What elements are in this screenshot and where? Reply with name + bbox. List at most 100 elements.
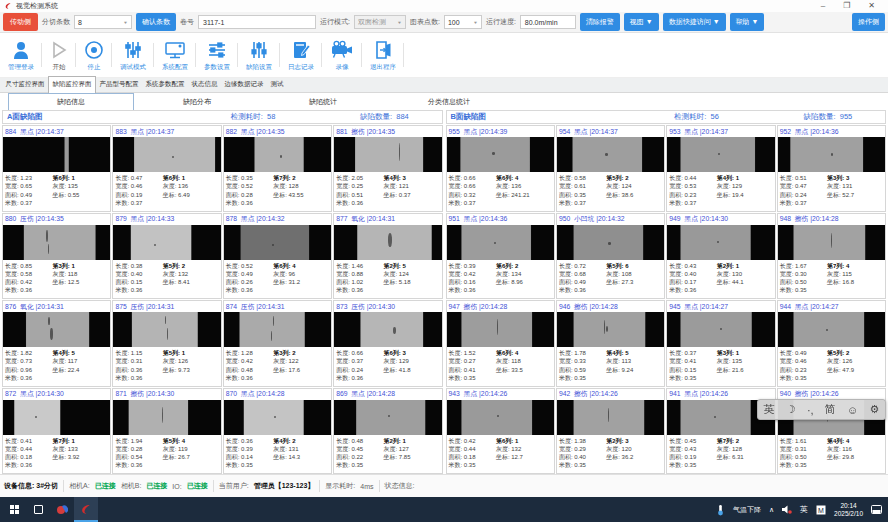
defect-cell-947[interactable]: 947 擦伤 |20:14:28长度: 1.52宽度: 0.27面积: 0.41… (446, 300, 555, 387)
defect-cell-944[interactable]: 944 黑点 |20:14:27长度: 0.49宽度: 0.46面积: 0.23… (777, 300, 886, 387)
tab-尺寸监控界面[interactable]: 尺寸监控界面 (2, 77, 48, 92)
defect-image (447, 225, 554, 260)
tab-状态信息[interactable]: 状态信息 (188, 77, 221, 92)
close-button[interactable]: ✕ (868, 2, 875, 10)
lang-indicator[interactable]: 英 (800, 504, 808, 515)
defect-cell-883[interactable]: 883 黑点 |20:14:37长度: 0.47宽度: 0.46面积: 0.19… (112, 125, 221, 212)
cell-info: 长度: 0.47宽度: 0.46面积: 0.19米数: 0.37第6列: 1灰度… (113, 172, 220, 211)
weather-text[interactable]: 气温下降 (733, 505, 761, 515)
defect-cell-949[interactable]: 949 黑点 |20:14:30长度: 0.43宽度: 0.40面积: 0.17… (666, 213, 775, 300)
defect-mark (280, 155, 282, 158)
view-button[interactable]: 视图 ▼ (624, 13, 659, 31)
ime-item[interactable]: ⚙ (869, 403, 879, 416)
clear-alarm-button[interactable]: 清除报警 (580, 13, 620, 31)
defect-cell-951[interactable]: 951 黑点 |20:14:36长度: 0.39宽度: 0.42面积: 0.16… (446, 213, 555, 300)
drive-side-button[interactable]: 传动侧 (3, 13, 38, 31)
roll-input[interactable]: 3117-1 (198, 15, 316, 29)
defect-cell-948[interactable]: 948 擦伤 |20:14:28长度: 1.67宽度: 0.30面积: 0.50… (777, 213, 886, 300)
operator-side-button[interactable]: 操作侧 (852, 13, 885, 31)
defect-cell-953[interactable]: 953 黑点 |20:14:37长度: 0.44宽度: 0.53面积: 0.23… (666, 125, 775, 212)
tab-产品型号配置[interactable]: 产品型号配置 (96, 77, 142, 92)
管理登录-button[interactable]: 管理登录 (0, 35, 42, 75)
defect-cell-952[interactable]: 952 黑点 |20:14:36长度: 0.51宽度: 0.47面积: 0.24… (777, 125, 886, 212)
maximize-button[interactable]: ❐ (843, 2, 850, 10)
defect-cell-954[interactable]: 954 黑点 |20:14:37长度: 0.58宽度: 0.61面积: 0.35… (556, 125, 665, 212)
defect-cell-879[interactable]: 879 黑点 |20:14:33长度: 0.38宽度: 0.40面积: 0.15… (112, 213, 221, 300)
调试模式-button[interactable]: 调试模式 (112, 35, 154, 75)
cell-header: 878 黑点 |20:14:32 (224, 214, 331, 225)
ime-toolbar[interactable]: 英 ☽ ·, 简 ☺ ⚙ (757, 399, 886, 420)
defect-cell-874[interactable]: 874 压伤 |20:14:31长度: 1.28宽度: 0.42面积: 0.48… (223, 300, 332, 387)
defect-cell-943[interactable]: 943 黑点 |20:14:26长度: 0.42宽度: 0.44面积: 0.18… (446, 388, 555, 475)
日志记录-button[interactable]: 日志记录 (280, 35, 322, 75)
points-combo[interactable]: 100▼ (444, 15, 482, 29)
退出程序-button[interactable]: 退出程序 (362, 35, 404, 75)
task-view-button[interactable] (26, 497, 50, 522)
开始-button[interactable]: 开始 (42, 35, 76, 75)
notification-icon[interactable] (871, 505, 882, 515)
defect-cell-871[interactable]: 871 擦伤 |20:14:30长度: 1.94宽度: 0.28面积: 0.54… (112, 388, 221, 475)
defect-mark (714, 416, 716, 418)
taskbar-app2-icon[interactable] (74, 497, 98, 522)
defect-cell-870[interactable]: 870 黑点 |20:14:28长度: 0.36宽度: 0.39面积: 0.14… (223, 388, 332, 475)
defect-image (113, 312, 220, 347)
defect-cell-945[interactable]: 945 黑点 |20:14:27长度: 0.37宽度: 0.41面积: 0.15… (666, 300, 775, 387)
tab-系统参数配置[interactable]: 系统参数配置 (142, 77, 188, 92)
ime-item[interactable]: ·, (807, 404, 814, 416)
defect-cell-877[interactable]: 877 氧化 |20:14:31长度: 1.46宽度: 0.88面积: 1.02… (333, 213, 442, 300)
defect-image (3, 225, 110, 260)
tab-缺陷监控界面[interactable]: 缺陷监控界面 (48, 76, 96, 93)
停止-button[interactable]: 停止 (76, 35, 112, 75)
defect-cell-881[interactable]: 881 擦伤 |20:14:35长度: 2.05宽度: 0.25面积: 0.51… (333, 125, 442, 212)
defect-cell-942[interactable]: 942 擦伤 |20:14:26长度: 1.38宽度: 0.29面积: 0.40… (556, 388, 665, 475)
defect-mark (608, 408, 609, 422)
subtab-分类信息统计[interactable]: 分类信息统计 (386, 94, 512, 110)
ime-item[interactable]: ☽ (786, 403, 796, 416)
subtab-缺陷统计[interactable]: 缺陷统计 (260, 94, 386, 110)
defect-cell-880[interactable]: 880 压伤 |20:14:35长度: 0.85宽度: 0.58面积: 0.42… (2, 213, 111, 300)
cell-info: 长度: 0.41宽度: 0.44面积: 0.18米数: 0.36第7列: 1灰度… (3, 435, 110, 474)
subtab-缺陷分布[interactable]: 缺陷分布 (134, 94, 260, 110)
subtab-缺陷信息[interactable]: 缺陷信息 (8, 93, 134, 111)
defect-cell-869[interactable]: 869 黑点 |20:14:28长度: 0.48宽度: 0.45面积: 0.22… (333, 388, 442, 475)
defect-mark (162, 407, 163, 423)
defect-image (778, 312, 885, 347)
ime-icon[interactable]: M (816, 505, 826, 515)
confirm-count-button[interactable]: 确认条数 (136, 13, 176, 31)
defect-mark (399, 143, 400, 161)
参数设置-button[interactable]: 参数设置 (196, 35, 238, 75)
cell-info: 长度: 0.37宽度: 0.41面积: 0.15米数: 0.35第3列: 1灰度… (667, 347, 774, 386)
defect-cell-878[interactable]: 878 黑点 |20:14:32长度: 0.52宽度: 0.49面积: 0.26… (223, 213, 332, 300)
ime-item[interactable]: 简 (825, 402, 836, 417)
tab-边缘数据记录[interactable]: 边缘数据记录 (221, 77, 267, 92)
缺陷设置-button[interactable]: 缺陷设置 (238, 35, 280, 75)
clock[interactable]: 20:142025/2/10 (834, 502, 863, 518)
defect-cell-882[interactable]: 882 黑点 |20:14:35长度: 0.35宽度: 0.52面积: 0.28… (223, 125, 332, 212)
defect-cell-876[interactable]: 876 氧化 |20:14:31长度: 1.82宽度: 0.73面积: 0.96… (2, 300, 111, 387)
defect-cell-946[interactable]: 946 擦伤 |20:14:28长度: 1.78宽度: 0.33面积: 0.59… (556, 300, 665, 387)
录像-button[interactable]: 录像 (322, 35, 362, 75)
taskbar-app1-icon[interactable] (50, 497, 74, 522)
volume-icon[interactable] (782, 505, 792, 514)
defect-cell-884[interactable]: 884 黑点 |20:14:37长度: 1.23宽度: 0.65面积: 0.49… (2, 125, 111, 212)
mode-combo[interactable]: 双面检测▼ (354, 15, 406, 29)
系统配置-button[interactable]: 系统配置 (154, 35, 196, 75)
defect-cell-873[interactable]: 873 压伤 |20:14:30长度: 0.66宽度: 0.37面积: 0.24… (333, 300, 442, 387)
help-button[interactable]: 帮助 ▼ (730, 13, 765, 31)
defect-cell-955[interactable]: 955 黑点 |20:14:39长度: 0.66宽度: 0.66面积: 0.32… (446, 125, 555, 212)
start-button[interactable] (2, 497, 26, 522)
strip-count-combo[interactable]: 8▼ (74, 15, 132, 29)
ime-item[interactable]: ☺ (847, 404, 858, 416)
minimize-button[interactable]: – (821, 2, 825, 10)
tab-测试[interactable]: 测试 (267, 77, 287, 92)
defect-mark (35, 416, 37, 418)
quick-access-button[interactable]: 数据快捷访问 ▼ (663, 13, 726, 31)
tray-expand-icon[interactable]: ∧ (769, 506, 774, 514)
cell-header: 950 小凹坑 |20:14:32 (557, 214, 664, 225)
defect-cell-950[interactable]: 950 小凹坑 |20:14:32长度: 0.72宽度: 0.68面积: 0.4… (556, 213, 665, 300)
cell-info: 长度: 2.05宽度: 0.25面积: 0.51米数: 0.36第4列: 3灰度… (334, 172, 441, 211)
device-info: 3#分切 (36, 482, 58, 489)
defect-cell-872[interactable]: 872 黑点 |20:14:30长度: 0.41宽度: 0.44面积: 0.18… (2, 388, 111, 475)
ime-item[interactable]: 英 (764, 402, 775, 417)
defect-cell-875[interactable]: 875 压伤 |20:14:31长度: 1.15宽度: 0.31面积: 0.36… (112, 300, 221, 387)
